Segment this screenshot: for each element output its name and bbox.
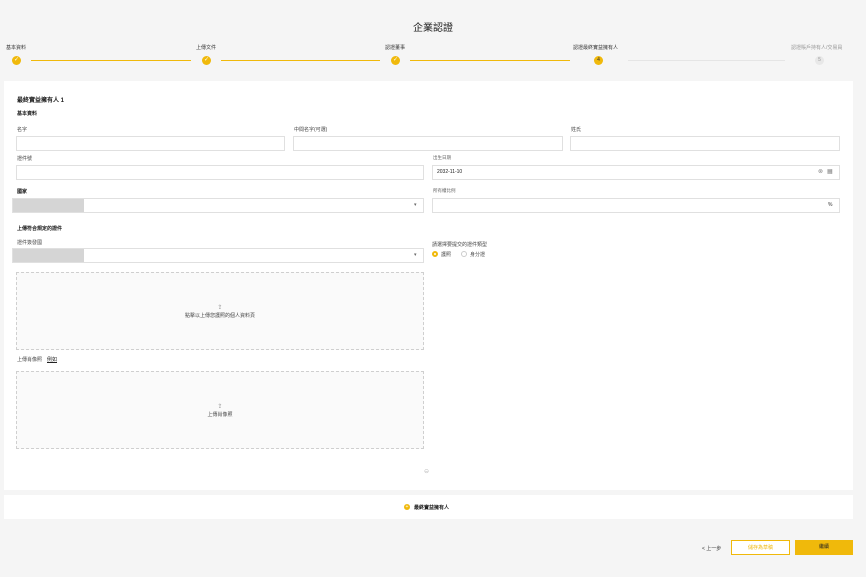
- step-2-check-icon: ✓: [202, 56, 211, 65]
- step-connector: [410, 60, 570, 61]
- country-select[interactable]: [12, 198, 424, 213]
- percent-unit: %: [828, 202, 833, 208]
- continue-button[interactable]: 繼續: [795, 540, 853, 555]
- id-number-label: 證件號: [17, 156, 33, 162]
- step-4-current-indicator: 4: [594, 56, 603, 65]
- last-name-label: 姓氏: [571, 127, 582, 133]
- upload-section-heading: 上傳符合規定的證件: [17, 226, 63, 232]
- selfie-example-link[interactable]: 例如: [47, 356, 57, 363]
- issuing-country-chevron-down-icon: ▾: [414, 252, 417, 258]
- first-name-label: 名字: [17, 127, 28, 133]
- middle-name-label: 中間名字(可選): [294, 127, 328, 133]
- last-name-field[interactable]: [570, 136, 840, 151]
- country-chevron-down-icon: ▾: [414, 202, 417, 208]
- country-placeholder-box: [13, 199, 84, 212]
- ownership-label: 所有權比例: [433, 188, 456, 193]
- selfie-upload-area[interactable]: ⇪ 上傳肖像照: [16, 371, 424, 449]
- id-card-radio[interactable]: [461, 251, 467, 257]
- step-5-pending-indicator: 5: [815, 56, 824, 65]
- owner-title: 最終實益擁有人 1: [17, 98, 65, 104]
- issuing-country-placeholder-box: [13, 249, 84, 262]
- passport-radio-label[interactable]: 護照: [441, 251, 451, 258]
- dob-field[interactable]: 2032-11-10: [432, 165, 840, 180]
- middle-name-field[interactable]: [293, 136, 563, 151]
- id-number-field[interactable]: [16, 165, 424, 180]
- step-connector: [31, 60, 191, 61]
- basic-info-heading: 基本資料: [17, 111, 38, 117]
- step-label-verify-directors[interactable]: 認證董事: [385, 44, 405, 51]
- first-name-field[interactable]: [16, 136, 285, 151]
- passport-upload-area[interactable]: ⇪ 點擊以上傳您護照的個人資料頁: [16, 272, 424, 350]
- passport-radio[interactable]: [432, 251, 438, 257]
- country-label: 國家: [17, 189, 28, 195]
- prev-step-button[interactable]: < 上一步: [702, 545, 721, 552]
- upload-icon: ⇪: [217, 404, 223, 410]
- issuing-country-select[interactable]: [12, 248, 424, 263]
- upload-icon: ⇪: [217, 305, 223, 311]
- passport-upload-text: 點擊以上傳您護照的個人資料頁: [184, 313, 255, 319]
- id-card-radio-label[interactable]: 身分證: [470, 251, 485, 258]
- issuing-country-label: 證件簽發國: [17, 240, 43, 246]
- step-connector: [628, 60, 785, 61]
- step-1-check-icon: ✓: [12, 56, 21, 65]
- save-draft-button[interactable]: 儲存為草稿: [731, 540, 790, 555]
- doc-type-label: 請選擇要提交的證件類型: [432, 242, 488, 248]
- calendar-icon[interactable]: ▦: [827, 168, 833, 175]
- step-connector: [221, 60, 380, 61]
- dob-label: 出生日期: [433, 155, 451, 160]
- step-label-upload-docs[interactable]: 上傳文件: [196, 44, 216, 51]
- step-label-verify-ubo[interactable]: 認證最終實益擁有人: [573, 44, 618, 51]
- selfie-label: 上傳肖像照: [17, 357, 43, 363]
- selfie-upload-text: 上傳肖像照: [207, 412, 233, 418]
- page-title: 企業認證: [413, 23, 453, 34]
- add-owner-label[interactable]: 最終實益擁有人: [414, 504, 449, 511]
- ownership-field[interactable]: [432, 198, 840, 213]
- step-3-check-icon: ✓: [391, 56, 400, 65]
- step-label-basic-info[interactable]: 基本資料: [6, 44, 26, 51]
- remove-owner-icon[interactable]: ⊖: [424, 468, 429, 475]
- clear-date-icon[interactable]: ⊗: [818, 168, 823, 175]
- add-icon: +: [404, 504, 410, 510]
- step-label-verify-account-holder[interactable]: 認證賬戶持有人/交易員: [791, 44, 842, 51]
